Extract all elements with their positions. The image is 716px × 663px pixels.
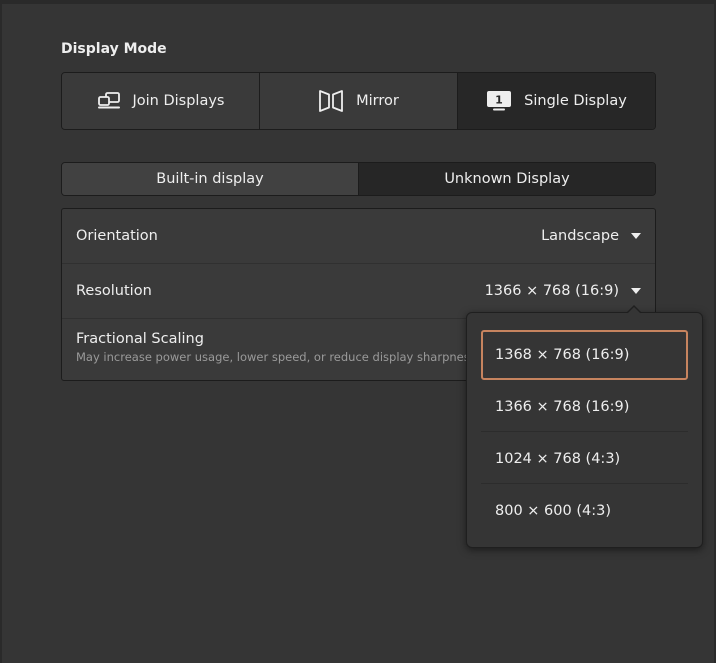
caret-down-icon (631, 233, 641, 239)
resolution-dropdown[interactable]: 1366 × 768 (16:9) (485, 283, 641, 299)
resolution-popover: 1368 × 768 (16:9) 1366 × 768 (16:9) 1024… (466, 305, 703, 548)
display-mode-title: Display Mode (61, 41, 167, 57)
mirror-button[interactable]: Mirror (260, 73, 458, 129)
fractional-scaling-text: Fractional Scaling May increase power us… (76, 331, 479, 364)
tab-unknown-display[interactable]: Unknown Display (359, 163, 655, 195)
single-display-label: Single Display (524, 93, 627, 109)
join-displays-button[interactable]: Join Displays (62, 73, 260, 129)
resolution-option[interactable]: 1366 × 768 (16:9) (481, 382, 688, 432)
resolution-option[interactable]: 1024 × 768 (4:3) (481, 434, 688, 484)
orientation-label: Orientation (76, 228, 158, 244)
display-tabs: Built-in display Unknown Display (61, 162, 656, 196)
resolution-option[interactable]: 800 × 600 (4:3) (481, 486, 688, 536)
display-settings-page: Display Mode Join Displays Mirror 1 Sing… (0, 0, 716, 663)
orientation-value: Landscape (541, 228, 619, 244)
join-displays-label: Join Displays (132, 93, 225, 109)
mirror-label: Mirror (356, 93, 399, 109)
svg-text:1: 1 (495, 94, 503, 107)
resolution-label: Resolution (76, 283, 152, 299)
caret-down-icon (631, 288, 641, 294)
orientation-dropdown[interactable]: Landscape (541, 228, 641, 244)
tab-built-in-display[interactable]: Built-in display (62, 163, 359, 195)
single-display-button[interactable]: 1 Single Display (458, 73, 655, 129)
resolution-option[interactable]: 1368 × 768 (16:9) (481, 330, 688, 380)
single-display-icon: 1 (486, 90, 512, 112)
fractional-scaling-label: Fractional Scaling (76, 331, 204, 347)
resolution-row[interactable]: Resolution 1366 × 768 (16:9) (62, 264, 655, 319)
fractional-scaling-subtitle: May increase power usage, lower speed, o… (76, 350, 480, 364)
orientation-row[interactable]: Orientation Landscape (62, 209, 655, 264)
join-displays-icon (97, 92, 121, 110)
resolution-value: 1366 × 768 (16:9) (484, 283, 619, 299)
mirror-icon (318, 88, 344, 114)
display-mode-selector: Join Displays Mirror 1 Single Display (61, 72, 656, 130)
